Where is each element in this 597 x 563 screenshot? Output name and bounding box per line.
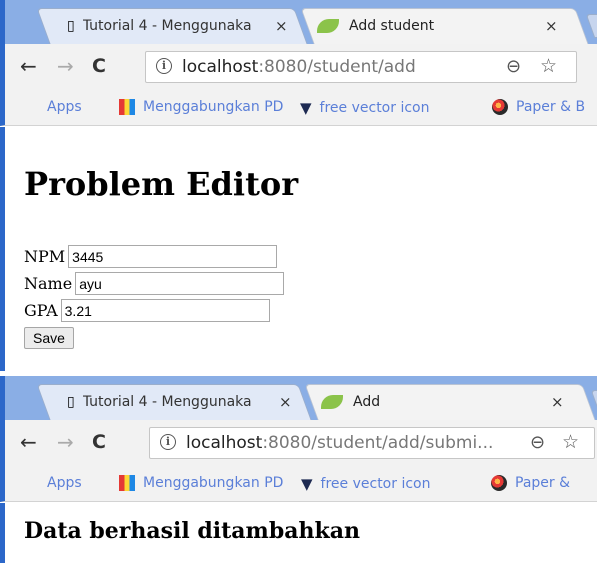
tab-title: Add student bbox=[349, 18, 435, 34]
gpa-input[interactable] bbox=[60, 299, 270, 322]
vector-icon: ▼ bbox=[301, 475, 313, 493]
bookmark-apps[interactable]: Apps bbox=[25, 99, 82, 115]
bookmarks-bar: Apps Menggabungkan PDF ▼ free vector ico… bbox=[0, 90, 597, 126]
screenshot-add-student: ▯ Tutorial 4 - Menggunaka × Add student … bbox=[0, 0, 597, 371]
zoom-icon[interactable]: ⊖ bbox=[506, 56, 521, 77]
bookmark-paper[interactable]: Paper & bbox=[491, 475, 570, 491]
bookmark-paper[interactable]: Paper & B bbox=[492, 99, 585, 115]
leaf-icon bbox=[317, 19, 339, 33]
npm-row: NPM bbox=[24, 245, 278, 268]
address-bar[interactable]: i localhost:8080/student/add/submi... ⊖ … bbox=[149, 427, 595, 459]
tab-tutorial[interactable]: ▯ Tutorial 4 - Menggunaka × bbox=[36, 384, 312, 420]
gpa-label: GPA bbox=[24, 301, 58, 320]
bookmark-label: free vector icon bbox=[320, 476, 431, 492]
name-input[interactable] bbox=[75, 272, 285, 295]
back-icon[interactable]: ← bbox=[20, 430, 37, 454]
bookmark-pdf[interactable]: Menggabungkan PDF bbox=[119, 475, 283, 491]
zoom-icon[interactable]: ⊖ bbox=[530, 432, 545, 453]
paper-icon bbox=[492, 99, 508, 115]
tab-tutorial[interactable]: ▯ Tutorial 4 - Menggunaka × bbox=[36, 8, 308, 44]
bookmark-favicon bbox=[119, 475, 135, 491]
tab-add-student[interactable]: Add student × bbox=[300, 8, 589, 44]
bookmark-favicon bbox=[119, 99, 135, 115]
close-icon[interactable]: × bbox=[275, 17, 288, 35]
page-title: Problem Editor bbox=[24, 165, 299, 203]
page-content: Problem Editor NPM Name GPA Save bbox=[0, 127, 597, 371]
success-message: Data berhasil ditambahkan bbox=[24, 518, 360, 544]
bookmark-label: Paper & bbox=[515, 475, 571, 491]
bookmark-label: Apps bbox=[47, 99, 82, 115]
address-bar[interactable]: i localhost:8080/student/add ⊖ ☆ bbox=[145, 51, 577, 83]
npm-label: NPM bbox=[24, 247, 66, 266]
toolbar: ← → C i localhost:8080/student/add/submi… bbox=[0, 420, 597, 466]
url-host: localhost bbox=[186, 433, 263, 453]
bookmark-vector-icon[interactable]: ▼ free vector icon bbox=[300, 99, 429, 117]
name-row: Name bbox=[24, 272, 285, 295]
close-icon[interactable]: × bbox=[545, 17, 558, 35]
forward-icon[interactable]: → bbox=[57, 54, 74, 78]
url-text[interactable]: localhost:8080/student/add bbox=[182, 57, 416, 77]
paper-icon bbox=[491, 475, 507, 491]
save-button[interactable]: Save bbox=[24, 327, 74, 349]
star-icon[interactable]: ☆ bbox=[540, 55, 557, 77]
npm-input[interactable] bbox=[68, 245, 278, 268]
star-icon[interactable]: ☆ bbox=[562, 431, 579, 453]
reload-icon[interactable]: C bbox=[92, 430, 106, 454]
url-host: localhost bbox=[182, 57, 259, 77]
vector-icon: ▼ bbox=[300, 99, 312, 117]
reload-icon[interactable]: C bbox=[92, 54, 106, 78]
back-icon[interactable]: ← bbox=[20, 54, 37, 78]
bookmark-pdf[interactable]: Menggabungkan PDF bbox=[119, 99, 283, 115]
url-text[interactable]: localhost:8080/student/add/submi... bbox=[186, 433, 493, 453]
bookmark-label: Menggabungkan PDF bbox=[143, 99, 283, 115]
url-rest: :8080/student/add bbox=[258, 57, 416, 77]
forward-icon[interactable]: → bbox=[57, 430, 74, 454]
apps-icon bbox=[25, 476, 39, 490]
tab-title: Tutorial 4 - Menggunaka bbox=[82, 394, 252, 410]
apps-icon bbox=[25, 100, 39, 114]
tab-title: Add bbox=[353, 394, 381, 410]
bookmark-label: free vector icon bbox=[319, 100, 430, 116]
bookmark-apps[interactable]: Apps bbox=[25, 475, 82, 491]
page-icon: ▯ bbox=[67, 394, 75, 410]
info-icon[interactable]: i bbox=[160, 434, 176, 450]
tab-strip: ▯ Tutorial 4 - Menggunaka × Add × bbox=[0, 376, 597, 420]
gpa-row: GPA bbox=[24, 299, 270, 322]
screenshot-submit-result: ▯ Tutorial 4 - Menggunaka × Add × ← → C … bbox=[0, 376, 597, 563]
url-rest: :8080/student/add/submi... bbox=[262, 433, 494, 453]
bookmark-label: Menggabungkan PDF bbox=[143, 475, 283, 491]
tab-strip: ▯ Tutorial 4 - Menggunaka × Add student … bbox=[0, 0, 597, 44]
toolbar: ← → C i localhost:8080/student/add ⊖ ☆ bbox=[0, 44, 597, 90]
page-content: Data berhasil ditambahkan bbox=[0, 503, 597, 563]
close-icon[interactable]: × bbox=[279, 393, 292, 411]
tab-add[interactable]: Add × bbox=[304, 384, 596, 420]
leaf-icon bbox=[321, 395, 343, 409]
info-icon[interactable]: i bbox=[156, 58, 172, 74]
close-icon[interactable]: × bbox=[551, 393, 564, 411]
bookmark-vector-icon[interactable]: ▼ free vector icon bbox=[301, 475, 430, 493]
tab-title: Tutorial 4 - Menggunaka bbox=[82, 18, 252, 34]
bookmark-label: Paper & B bbox=[516, 99, 586, 115]
new-tab-button[interactable] bbox=[585, 14, 597, 38]
bookmark-label: Apps bbox=[47, 475, 82, 491]
name-label: Name bbox=[24, 274, 73, 293]
page-icon: ▯ bbox=[67, 18, 75, 34]
bookmarks-bar: Apps Menggabungkan PDF ▼ free vector ico… bbox=[0, 466, 597, 502]
